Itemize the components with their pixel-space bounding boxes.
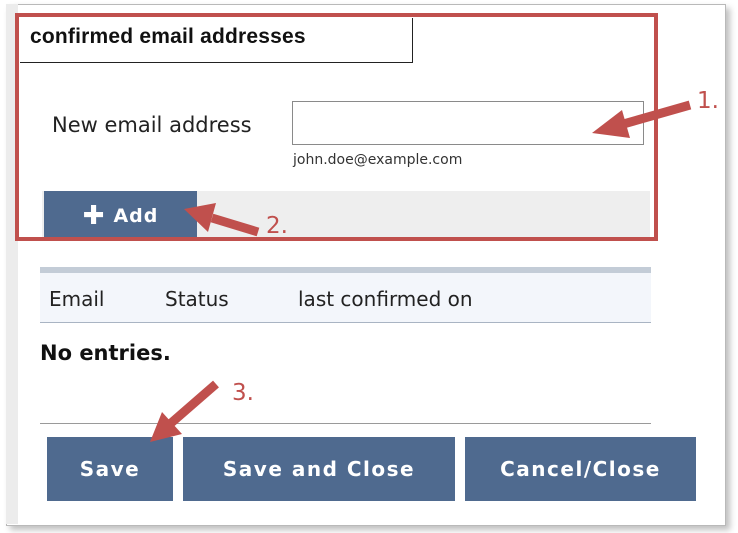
empty-table-message: No entries. — [40, 341, 171, 365]
actions-divider — [40, 423, 651, 424]
annotation-step-3: 3. — [232, 380, 254, 406]
highlight-box — [15, 13, 658, 241]
cancel-close-button[interactable]: Cancel/Close — [465, 437, 696, 501]
save-and-close-button[interactable]: Save and Close — [183, 437, 455, 501]
annotation-step-1: 1. — [697, 88, 719, 114]
save-button[interactable]: Save — [47, 437, 173, 501]
column-header-status: Status — [165, 287, 229, 311]
column-header-last-confirmed: last confirmed on — [298, 287, 473, 311]
column-header-email: Email — [49, 287, 105, 311]
annotation-step-2: 2. — [266, 213, 288, 239]
